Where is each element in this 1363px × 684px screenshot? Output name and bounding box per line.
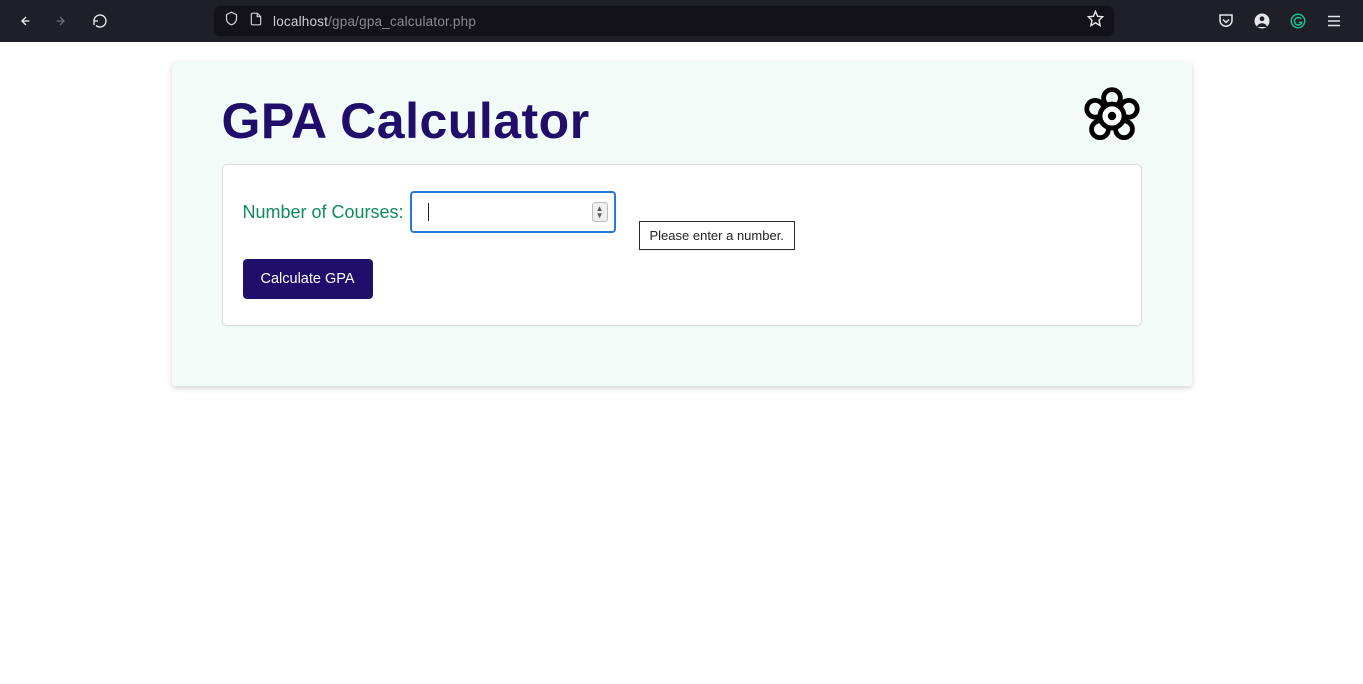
browser-chrome: localhost/gpa/gpa_calculator.php bbox=[0, 0, 1363, 42]
arrow-left-icon bbox=[16, 13, 32, 29]
flower-icon bbox=[1082, 86, 1142, 151]
reload-button[interactable] bbox=[86, 7, 114, 35]
header-row: GPA Calculator bbox=[222, 82, 1142, 164]
page-icon bbox=[249, 12, 263, 31]
forward-button[interactable] bbox=[48, 7, 76, 35]
calculate-gpa-button[interactable]: Calculate GPA bbox=[243, 259, 373, 299]
account-icon[interactable] bbox=[1251, 10, 1273, 32]
url-bar[interactable]: localhost/gpa/gpa_calculator.php bbox=[214, 6, 1114, 36]
validation-text: Please enter a number. bbox=[650, 228, 784, 243]
app-card: GPA Calculator Number of Courses: bbox=[172, 62, 1192, 386]
url-text: localhost/gpa/gpa_calculator.php bbox=[273, 14, 476, 29]
privacy-shield-icon bbox=[224, 11, 239, 31]
reload-icon bbox=[92, 13, 108, 29]
back-button[interactable] bbox=[10, 7, 38, 35]
bookmark-star-icon[interactable] bbox=[1087, 10, 1104, 32]
arrow-right-icon bbox=[54, 13, 70, 29]
courses-label: Number of Courses: bbox=[243, 202, 404, 223]
grammarly-icon[interactable] bbox=[1287, 10, 1309, 32]
url-host: localhost bbox=[273, 14, 328, 29]
pocket-icon[interactable] bbox=[1215, 10, 1237, 32]
page-title: GPA Calculator bbox=[222, 92, 590, 150]
form-panel: Number of Courses: ▲ ▼ Please enter a nu… bbox=[222, 164, 1142, 326]
spinner-down-icon: ▼ bbox=[596, 212, 604, 219]
validation-tooltip: Please enter a number. bbox=[639, 221, 795, 250]
chrome-right bbox=[1215, 10, 1353, 32]
menu-icon[interactable] bbox=[1323, 10, 1345, 32]
page-viewport: GPA Calculator Number of Courses: bbox=[0, 42, 1363, 386]
courses-input-wrap[interactable]: ▲ ▼ bbox=[410, 191, 616, 233]
text-cursor bbox=[428, 203, 429, 221]
number-spinner-icon[interactable]: ▲ ▼ bbox=[592, 202, 608, 222]
courses-input[interactable] bbox=[424, 193, 590, 231]
url-path: /gpa/gpa_calculator.php bbox=[328, 14, 476, 29]
